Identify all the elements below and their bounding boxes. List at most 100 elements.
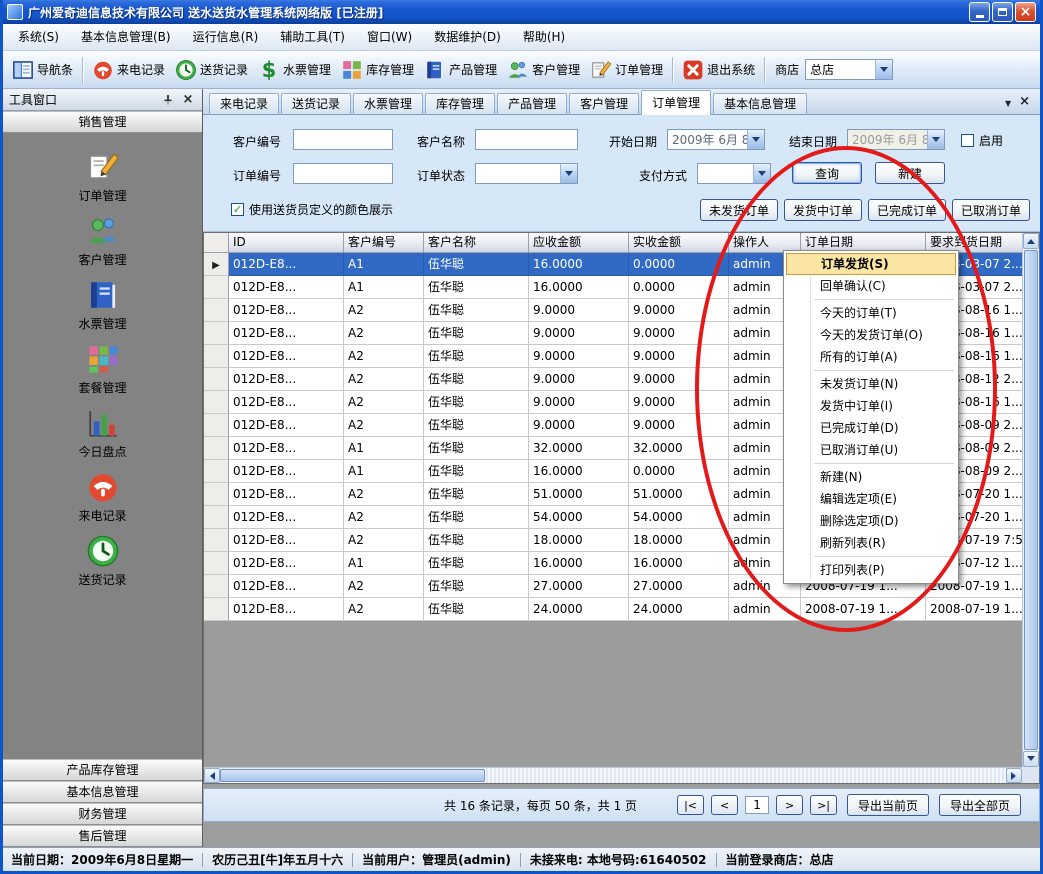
cancelled-orders-button[interactable]: 已取消订单 — [952, 199, 1030, 221]
enable-checkbox-box[interactable] — [961, 134, 974, 147]
tab-7[interactable]: 基本信息管理 — [713, 93, 807, 114]
context-menu-item[interactable]: 打印列表(P) — [786, 559, 956, 581]
tab-0[interactable]: 来电记录 — [209, 93, 279, 114]
menubar-item-1[interactable]: 基本信息管理(B) — [70, 24, 182, 50]
sidebar-item-delivery[interactable]: 送货记录 — [3, 529, 202, 593]
context-menu-item[interactable]: 刷新列表(R) — [786, 532, 956, 554]
exit-toolbar-button[interactable]: 退出系统 — [677, 56, 760, 84]
completed-orders-button[interactable]: 已完成订单 — [868, 199, 946, 221]
sidebar-item-ticket[interactable]: 水票管理 — [3, 273, 202, 337]
sidebar-group-1[interactable]: 基本信息管理 — [3, 781, 202, 803]
order-status-combo[interactable] — [475, 163, 578, 184]
horizontal-scrollbar[interactable] — [204, 767, 1022, 783]
nav-toolbar-button[interactable]: 导航条 — [7, 56, 78, 84]
pin-icon[interactable] — [160, 92, 176, 108]
grid-column-header[interactable]: ID — [229, 233, 344, 253]
tab-1[interactable]: 送货记录 — [281, 93, 351, 114]
tab-5[interactable]: 客户管理 — [569, 93, 639, 114]
context-menu-item[interactable]: 订单发货(S) — [786, 253, 956, 275]
sidebar-item-customer[interactable]: 客户管理 — [3, 209, 202, 273]
context-menu-item[interactable]: 今天的订单(T) — [786, 302, 956, 324]
first-page-button[interactable]: |< — [677, 795, 704, 815]
grid-column-header[interactable]: 客户名称 — [424, 233, 529, 253]
pay-method-chevron-down-icon[interactable] — [753, 164, 770, 183]
customer-name-input[interactable] — [475, 129, 578, 150]
menubar-item-6[interactable]: 帮助(H) — [512, 24, 576, 50]
end-date-chevron-down-icon[interactable] — [927, 130, 944, 149]
color-display-checkbox[interactable]: ✓ 使用送货员定义的颜色展示 — [231, 199, 393, 220]
start-date-chevron-down-icon[interactable] — [747, 130, 764, 149]
page-number-input[interactable] — [745, 796, 769, 814]
phone-toolbar-button[interactable]: 来电记录 — [87, 56, 170, 84]
export-all-pages-button[interactable]: 导出全部页 — [939, 794, 1021, 816]
minimize-button[interactable] — [969, 2, 990, 22]
maximize-button[interactable] — [992, 2, 1013, 22]
context-menu-item[interactable]: 新建(N) — [786, 466, 956, 488]
context-menu-item[interactable]: 所有的订单(A) — [786, 346, 956, 368]
sidebar-item-chart[interactable]: 今日盘点 — [3, 401, 202, 465]
order-toolbar-button[interactable]: 订单管理 — [585, 56, 668, 84]
context-menu-item[interactable]: 回单确认(C) — [786, 275, 956, 297]
grid-column-header[interactable]: 客户编号 — [344, 233, 424, 253]
tab-6[interactable]: 订单管理 — [641, 90, 711, 115]
sidebar-group-sales[interactable]: 销售管理 — [3, 111, 202, 133]
menubar-item-2[interactable]: 运行信息(R) — [182, 24, 270, 50]
context-menu-item[interactable]: 编辑选定项(E) — [786, 488, 956, 510]
scroll-left-icon[interactable] — [204, 768, 220, 783]
pay-method-combo[interactable] — [697, 163, 771, 184]
customer-no-input[interactable] — [293, 129, 393, 150]
sidebar-group-3[interactable]: 售后管理 — [3, 825, 202, 847]
search-button[interactable]: 查询 — [792, 162, 862, 184]
sidebar-item-order[interactable]: 订单管理 — [3, 145, 202, 209]
panel-close-icon[interactable] — [180, 92, 196, 108]
last-page-button[interactable]: >| — [810, 795, 837, 815]
context-menu-item[interactable]: 已取消订单(U) — [786, 439, 956, 461]
inventory-toolbar-button[interactable]: 库存管理 — [336, 56, 419, 84]
sidebar-item-phone[interactable]: 来电记录 — [3, 465, 202, 529]
unshipped-orders-button[interactable]: 未发货订单 — [700, 199, 778, 221]
shipping-orders-button[interactable]: 发货中订单 — [784, 199, 862, 221]
product-toolbar-button[interactable]: 产品管理 — [419, 56, 502, 84]
context-menu-item[interactable]: 今天的发货订单(O) — [786, 324, 956, 346]
menubar-item-5[interactable]: 数据维护(D) — [423, 24, 512, 50]
scroll-up-icon[interactable] — [1023, 233, 1039, 249]
prev-page-button[interactable]: < — [711, 795, 738, 815]
export-current-page-button[interactable]: 导出当前页 — [847, 794, 929, 816]
sidebar-group-2[interactable]: 财务管理 — [3, 803, 202, 825]
context-menu-item[interactable]: 已完成订单(D) — [786, 417, 956, 439]
vertical-scrollbar[interactable] — [1022, 233, 1039, 767]
grid-column-header[interactable]: 实收金额 — [629, 233, 729, 253]
start-date-picker[interactable]: 2009年 6月 8日 — [667, 129, 765, 150]
new-button[interactable]: 新建 — [875, 162, 945, 184]
vertical-scroll-thumb[interactable] — [1024, 250, 1038, 750]
end-date-picker[interactable]: 2009年 6月 8日 — [847, 129, 945, 150]
delivery-toolbar-button[interactable]: 送货记录 — [170, 56, 253, 84]
tab-3[interactable]: 库存管理 — [425, 93, 495, 114]
context-menu-item[interactable]: 删除选定项(D) — [786, 510, 956, 532]
sidebar-item-combo[interactable]: 套餐管理 — [3, 337, 202, 401]
order-no-input[interactable] — [293, 163, 393, 184]
store-combo[interactable]: 总店 — [805, 59, 893, 80]
tab-4[interactable]: 产品管理 — [497, 93, 567, 114]
next-page-button[interactable]: > — [776, 795, 803, 815]
menubar-item-3[interactable]: 辅助工具(T) — [269, 24, 356, 50]
customer-toolbar-button[interactable]: 客户管理 — [502, 56, 585, 84]
scroll-right-icon[interactable] — [1006, 768, 1022, 783]
tab-2[interactable]: 水票管理 — [353, 93, 423, 114]
store-chevron-down-icon[interactable] — [875, 60, 892, 79]
horizontal-scroll-thumb[interactable] — [220, 769, 485, 782]
tab-list-chevron-down-icon[interactable] — [1005, 95, 1011, 109]
enable-checkbox[interactable]: 启用 — [961, 130, 1003, 151]
dollar-toolbar-button[interactable]: $水票管理 — [253, 56, 336, 84]
menubar-item-4[interactable]: 窗口(W) — [356, 24, 423, 50]
scroll-down-icon[interactable] — [1023, 751, 1039, 767]
close-button[interactable] — [1015, 2, 1036, 22]
menubar-item-0[interactable]: 系统(S) — [7, 24, 70, 50]
color-display-checkbox-box[interactable]: ✓ — [231, 203, 244, 216]
tab-close-icon[interactable] — [1019, 94, 1030, 109]
order-status-chevron-down-icon[interactable] — [560, 164, 577, 183]
table-row[interactable]: 012D-E8...A2伍华聪24.000024.0000admin2008-0… — [204, 598, 1022, 621]
context-menu-item[interactable]: 未发货订单(N) — [786, 373, 956, 395]
context-menu-item[interactable]: 发货中订单(I) — [786, 395, 956, 417]
sidebar-group-0[interactable]: 产品库存管理 — [3, 759, 202, 781]
